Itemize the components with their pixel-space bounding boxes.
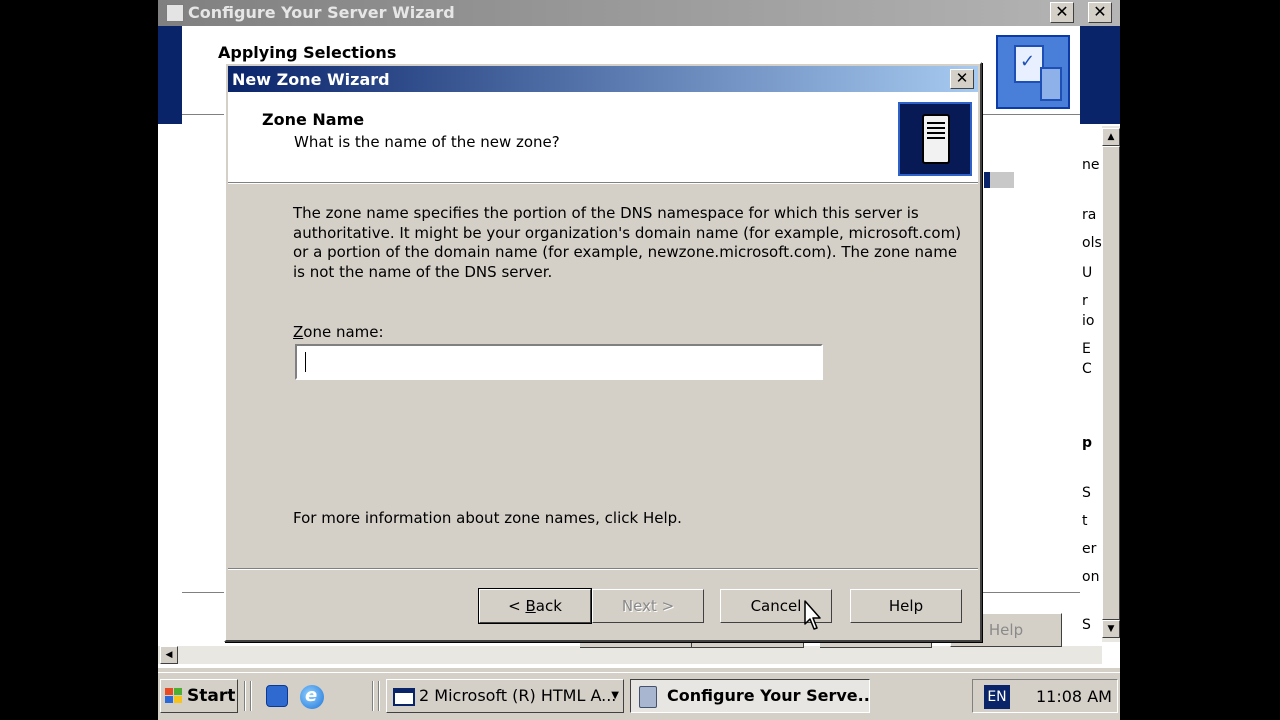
cys-window-title: Configure Your Server Wizard bbox=[188, 3, 455, 22]
task-label: 2 Microsoft (R) HTML A... bbox=[419, 686, 617, 705]
side-fragment: io bbox=[1082, 313, 1095, 329]
cys-progress-bar bbox=[984, 172, 1014, 188]
side-fragment: er bbox=[1082, 541, 1097, 557]
side-fragment: t bbox=[1082, 513, 1088, 529]
taskbar-separator bbox=[244, 681, 246, 711]
nzw-title: New Zone Wizard bbox=[232, 70, 390, 89]
back-rest: ack bbox=[535, 597, 562, 615]
side-fragment: S bbox=[1082, 485, 1091, 501]
vertical-scrollbar[interactable]: ▲ ▼ bbox=[1102, 126, 1120, 642]
show-desktop-icon[interactable] bbox=[266, 685, 288, 707]
taskbar-separator bbox=[250, 681, 252, 711]
help-button[interactable]: Help bbox=[850, 589, 962, 623]
dns-server-icon bbox=[898, 102, 972, 176]
cys-titlebar[interactable]: Configure Your Server Wizard ✕ ✕ bbox=[158, 0, 1120, 26]
arrow-cursor-icon bbox=[804, 600, 821, 630]
server-checklist-icon: ✓ bbox=[996, 35, 1070, 109]
nzw-close-button[interactable]: ✕ bbox=[950, 69, 974, 89]
side-fragment: p bbox=[1082, 435, 1093, 451]
windows-logo-icon bbox=[165, 688, 183, 704]
window-icon bbox=[393, 688, 415, 706]
nzw-footer-divider bbox=[228, 568, 978, 570]
side-fragment: r bbox=[1082, 293, 1088, 309]
side-fragment: U bbox=[1082, 265, 1093, 281]
zone-help-text: For more information about zone names, c… bbox=[293, 509, 682, 527]
nzw-header: Zone Name What is the name of the new zo… bbox=[228, 92, 978, 182]
page-subtitle: What is the name of the new zone? bbox=[294, 133, 560, 151]
zone-label-mnemonic: Z bbox=[293, 323, 304, 341]
text-caret bbox=[305, 352, 306, 372]
task-label: Configure Your Serve... bbox=[667, 686, 870, 705]
scroll-up-arrow-icon[interactable]: ▲ bbox=[1102, 128, 1120, 146]
clock[interactable]: 11:08 AM bbox=[1036, 687, 1112, 706]
outer-close-button[interactable]: ✕ bbox=[1088, 2, 1112, 23]
taskbar-separator bbox=[378, 681, 380, 711]
side-fragment: S bbox=[1082, 617, 1091, 633]
horizontal-scrollbar[interactable]: ◀ bbox=[158, 646, 1102, 664]
scroll-thumb[interactable] bbox=[1102, 146, 1120, 620]
cys-clipped-text-column: ne ra ols U r io E C p S t er on S bbox=[1080, 155, 1102, 635]
desktop: Configure Your Server Wizard ✕ ✕ Applyin… bbox=[158, 0, 1120, 720]
language-indicator[interactable]: EN bbox=[984, 685, 1010, 709]
start-label: Start bbox=[187, 686, 236, 706]
taskbar-button-html-app[interactable]: 2 Microsoft (R) HTML A... ▼ bbox=[386, 679, 624, 713]
taskbar: Start 2 Microsoft (R) HTML A... ▼ Config… bbox=[158, 672, 1120, 720]
nzw-titlebar[interactable]: New Zone Wizard ✕ bbox=[228, 66, 978, 92]
next-button[interactable]: Next > bbox=[592, 589, 704, 623]
internet-explorer-icon[interactable] bbox=[300, 685, 324, 709]
zone-label-rest: one name: bbox=[303, 323, 384, 341]
page-title: Zone Name bbox=[262, 110, 365, 129]
chevron-down-icon: ▼ bbox=[611, 690, 619, 701]
side-fragment: ols bbox=[1082, 235, 1102, 251]
back-button[interactable]: < Back bbox=[478, 588, 592, 624]
back-prefix: < bbox=[508, 597, 526, 615]
cys-close-button[interactable]: ✕ bbox=[1050, 2, 1074, 23]
back-mnemonic: B bbox=[525, 597, 536, 615]
new-zone-wizard-dialog: New Zone Wizard ✕ Zone Name What is the … bbox=[224, 62, 982, 642]
taskbar-button-configure-server[interactable]: Configure Your Serve... bbox=[630, 679, 870, 713]
start-button[interactable]: Start bbox=[160, 679, 238, 713]
zone-name-description: The zone name specifies the portion of t… bbox=[293, 204, 962, 281]
scroll-left-arrow-icon[interactable]: ◀ bbox=[160, 646, 178, 664]
zone-name-label: Zone name: bbox=[293, 323, 384, 341]
cys-right-band bbox=[1080, 26, 1120, 124]
nzw-header-divider bbox=[228, 182, 978, 184]
scroll-down-arrow-icon[interactable]: ▼ bbox=[1102, 620, 1120, 638]
cys-left-band bbox=[158, 26, 182, 124]
side-fragment: E bbox=[1082, 341, 1091, 357]
zone-name-input[interactable] bbox=[295, 344, 823, 380]
side-fragment: on bbox=[1082, 569, 1100, 585]
side-fragment: C bbox=[1082, 361, 1092, 377]
side-fragment: ra bbox=[1082, 207, 1097, 223]
taskbar-separator bbox=[372, 681, 374, 711]
wizard-app-icon bbox=[166, 4, 184, 22]
server-wizard-icon bbox=[639, 686, 657, 708]
cys-heading: Applying Selections bbox=[218, 43, 397, 62]
side-fragment: ne bbox=[1082, 157, 1100, 173]
